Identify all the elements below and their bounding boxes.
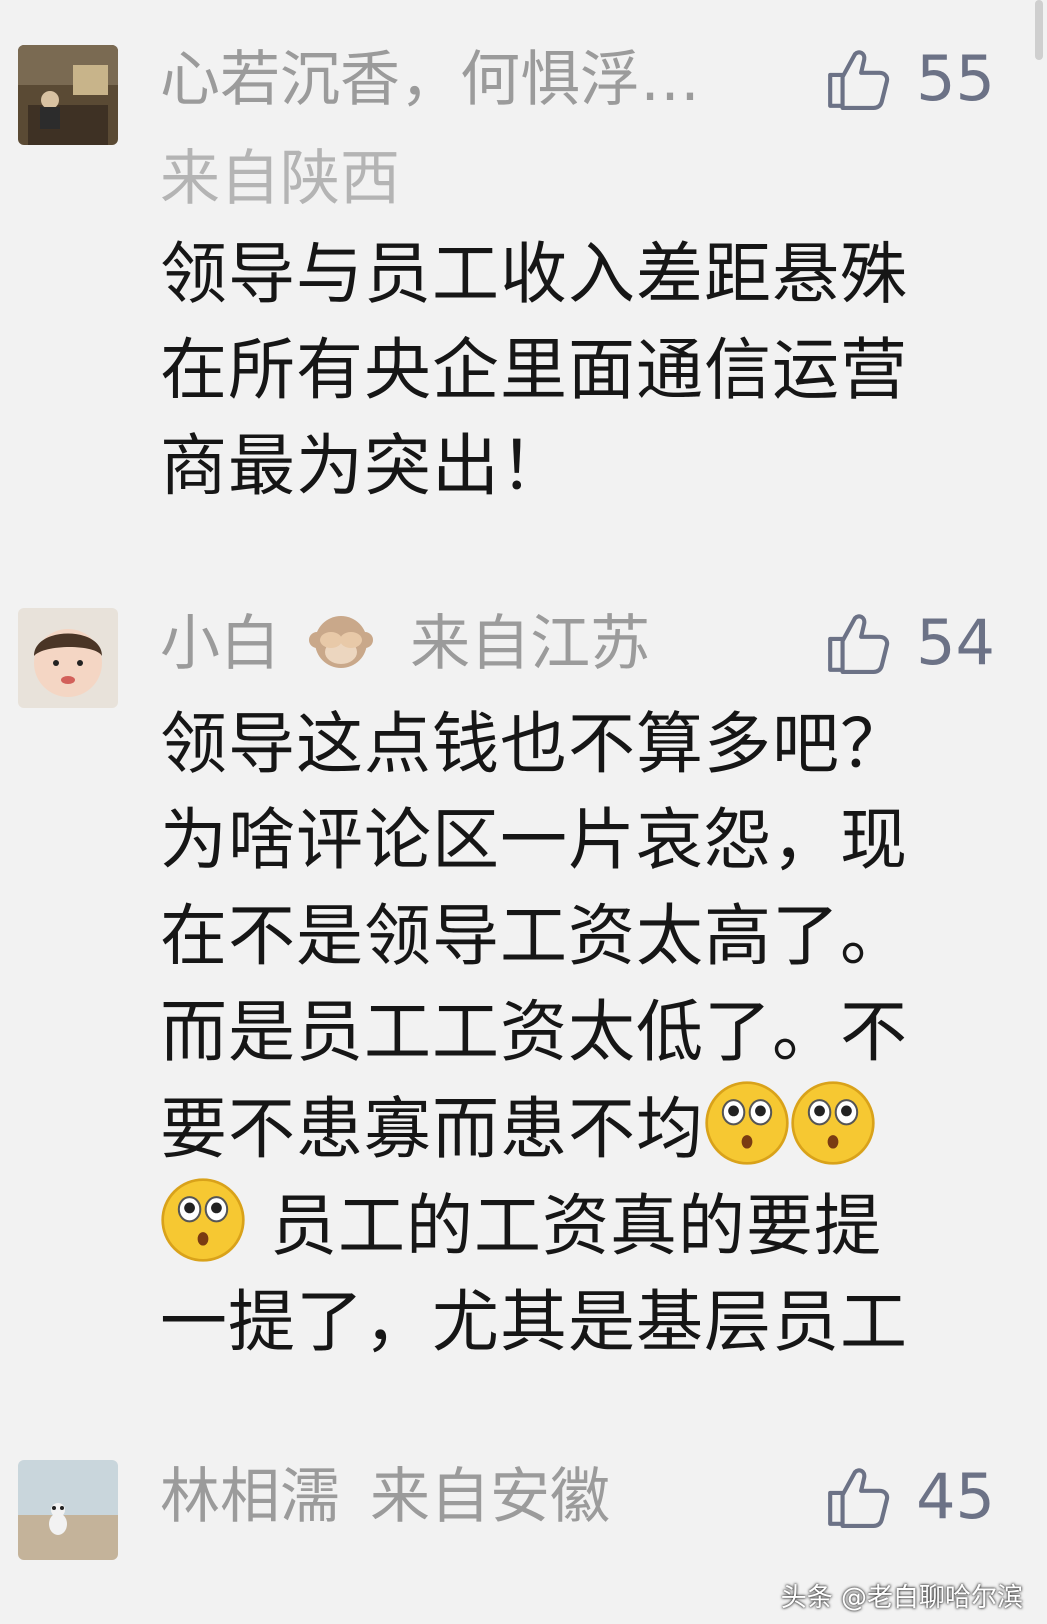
comment-line: 在所有央企里面通信运营 xyxy=(160,331,908,409)
comment-location: 来自陕西 xyxy=(160,144,400,214)
like-count: 45 xyxy=(916,1460,995,1533)
comment-username[interactable]: 小白 xyxy=(160,609,280,679)
comment-line: 而是员工工资太低了。不 xyxy=(160,993,908,1071)
like-count: 55 xyxy=(916,42,995,115)
comment-line-text: 员工的工资真的要提 xyxy=(270,1187,882,1265)
comment-line-with-emoji: 要不患寡而患不均 xyxy=(160,1080,980,1177)
like-count: 54 xyxy=(916,606,995,679)
comment-line: 为啥评论区一片哀怨，现 xyxy=(160,801,908,879)
comment-header: 林相濡 来自安徽 xyxy=(160,1462,610,1532)
comment-line: 一提了，尤其是基层员工 xyxy=(160,1283,908,1361)
scrollbar[interactable] xyxy=(1035,0,1043,60)
thumbs-up-icon xyxy=(828,50,890,110)
thumbs-up-icon xyxy=(828,1468,890,1528)
comment-body: 领导与员工收入差距悬殊 在所有央企里面通信运营 商最为突出！ xyxy=(160,226,980,514)
comment-line: 领导与员工收入差距悬殊 xyxy=(160,235,908,313)
astonished-face-icon xyxy=(791,1081,875,1165)
comment-line-with-emoji: 员工的工资真的要提 xyxy=(160,1177,980,1274)
comment-username[interactable]: 林相濡 xyxy=(160,1462,340,1532)
comment-line: 在不是领导工资太高了。 xyxy=(160,897,908,975)
see-no-evil-monkey-icon xyxy=(309,616,374,668)
avatar[interactable] xyxy=(18,45,118,145)
like-button[interactable]: 45 xyxy=(824,1462,995,1532)
comment-header: 小白 来自江苏 xyxy=(160,608,650,679)
astonished-face-icon xyxy=(161,1178,245,1262)
avatar[interactable] xyxy=(18,608,118,708)
like-button[interactable]: 54 xyxy=(824,608,995,678)
comment-username[interactable]: 心若沉香，何惧浮… xyxy=(160,45,700,115)
thumbs-up-icon xyxy=(828,614,890,674)
comment-location: 来自安徽 xyxy=(370,1462,610,1532)
comment-location: 来自江苏 xyxy=(410,609,651,679)
like-button[interactable]: 55 xyxy=(824,44,995,114)
watermark: 头条 @老白聊哈尔滨 xyxy=(780,1583,1023,1613)
comment-line-text: 要不患寡而患不均 xyxy=(160,1090,704,1168)
comment-body: 领导这点钱也不算多吧？ 为啥评论区一片哀怨，现 在不是领导工资太高了。 而是员工… xyxy=(160,696,980,1370)
comment-line: 商最为突出！ xyxy=(160,427,568,505)
comment-line: 领导这点钱也不算多吧？ xyxy=(160,705,908,783)
avatar[interactable] xyxy=(18,1460,118,1560)
astonished-face-icon xyxy=(705,1081,789,1165)
